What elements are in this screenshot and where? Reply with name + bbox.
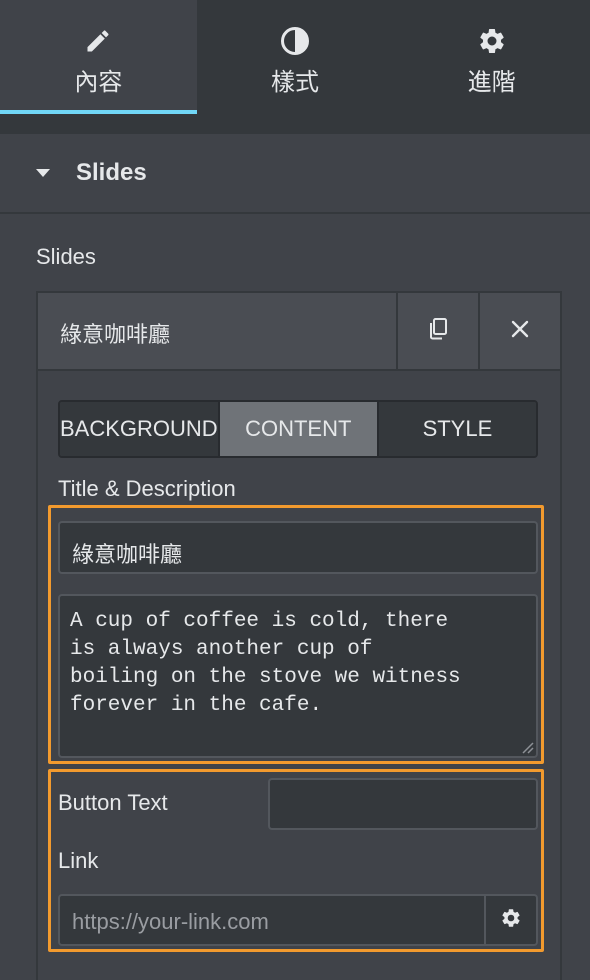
slide-inner-tabs: BACKGROUND CONTENT STYLE bbox=[58, 400, 538, 458]
tab-advanced[interactable]: 進階 bbox=[393, 0, 590, 114]
section-title: Slides bbox=[76, 159, 147, 186]
gear-icon bbox=[477, 26, 507, 56]
pencil-icon bbox=[84, 26, 112, 56]
tab-style-label: 樣式 bbox=[271, 69, 319, 96]
tab-content[interactable]: 內容 bbox=[0, 0, 197, 114]
button-text-input[interactable] bbox=[268, 778, 538, 830]
tab-content-inner[interactable]: CONTENT bbox=[217, 402, 377, 456]
tab-style[interactable]: 樣式 bbox=[197, 0, 394, 114]
slide-item-title: 綠意咖啡廳 bbox=[60, 322, 171, 347]
tab-style-inner[interactable]: STYLE bbox=[376, 402, 536, 456]
slides-field-label: Slides bbox=[36, 244, 96, 269]
slide-description-textarea[interactable]: A cup of coffee is cold, there is always… bbox=[58, 594, 538, 758]
contrast-icon bbox=[280, 26, 310, 56]
resize-handle-icon[interactable] bbox=[520, 740, 534, 754]
gear-icon bbox=[500, 907, 522, 934]
link-label: Link bbox=[58, 848, 99, 873]
section-toggle-slides[interactable]: Slides bbox=[0, 134, 590, 214]
title-description-label: Title & Description bbox=[58, 476, 236, 501]
tab-background[interactable]: BACKGROUND bbox=[60, 402, 218, 456]
caret-down-icon bbox=[36, 169, 50, 177]
button-text-label: Button Text bbox=[58, 790, 168, 815]
remove-button[interactable] bbox=[478, 293, 560, 369]
link-input[interactable]: https://your-link.com bbox=[58, 894, 486, 946]
link-options-button[interactable] bbox=[484, 894, 538, 946]
duplicate-button[interactable] bbox=[396, 293, 478, 369]
slide-title-input[interactable]: 綠意咖啡廳 bbox=[58, 521, 538, 574]
tabs-divider bbox=[0, 114, 590, 134]
copy-icon bbox=[427, 317, 449, 346]
tab-content-label: 內容 bbox=[74, 69, 123, 96]
slide-item-header[interactable]: 綠意咖啡廳 bbox=[38, 293, 560, 371]
close-icon bbox=[510, 319, 530, 344]
tab-advanced-label: 進階 bbox=[467, 69, 516, 96]
panel-tabs: 內容 樣式 進階 bbox=[0, 0, 590, 114]
